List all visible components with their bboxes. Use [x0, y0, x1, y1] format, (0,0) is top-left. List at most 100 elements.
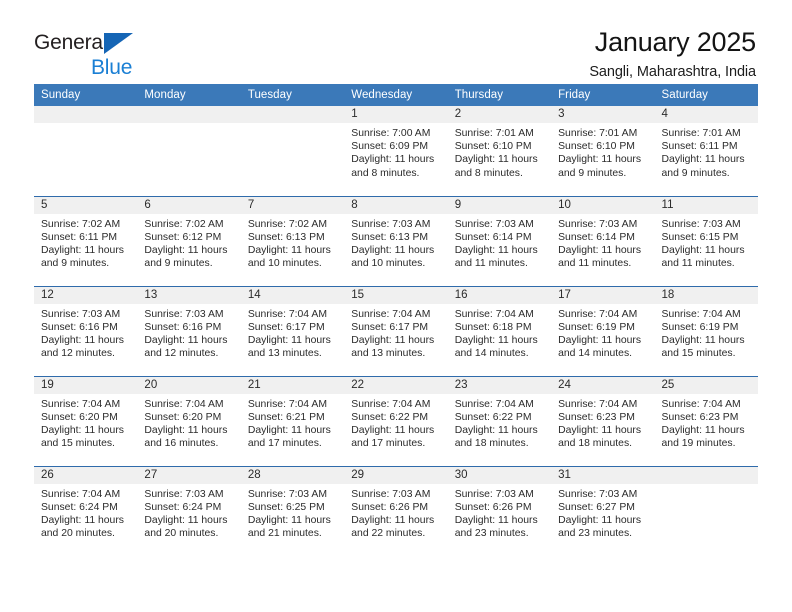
- day-cell-content: 29 Sunrise: 7:03 AM Sunset: 6:26 PM Dayligh…: [344, 466, 448, 557]
- day-cell-content: 31 Sunrise: 7:03 AM Sunset: 6:27 PM Dayligh…: [551, 466, 655, 557]
- daylight-text-line1: Daylight: 11 hours: [351, 514, 435, 526]
- day-details: Sunrise: 7:03 AM Sunset: 6:15 PM Daylight:…: [655, 214, 758, 271]
- day-cell-content: 26 Sunrise: 7:04 AM Sunset: 6:24 PM Dayligh…: [34, 466, 138, 557]
- calendar-cell-day-7[interactable]: 7 Sunrise: 7:02 AM Sunset: 6:13 PM Daylight…: [240, 195, 345, 286]
- sunrise-text: Sunrise: 7:04 AM: [661, 308, 741, 320]
- daylight-text-line2: and 12 minutes.: [144, 348, 219, 360]
- day-cell-content: 18 Sunrise: 7:04 AM Sunset: 6:19 PM Dayligh…: [654, 286, 758, 376]
- sunrise-text: Sunrise: 7:03 AM: [351, 218, 431, 230]
- calendar-cell-day-22[interactable]: 22 Sunrise: 7:04 AM Sunset: 6:22 PM Dayligh…: [344, 375, 448, 466]
- calendar-week-row: 5 Sunrise: 7:02 AM Sunset: 6:11 PM Daylight…: [34, 195, 758, 286]
- calendar-cell-day-23[interactable]: 23 Sunrise: 7:04 AM Sunset: 6:22 PM Dayligh…: [447, 375, 552, 466]
- day-number: 14: [240, 286, 345, 304]
- calendar-page: General Blue January 2025 Sangli, Mahara…: [0, 0, 792, 612]
- calendar-cell-day-27[interactable]: 27 Sunrise: 7:03 AM Sunset: 6:24 PM Dayligh…: [137, 465, 241, 556]
- calendar-cell-day-19[interactable]: 19 Sunrise: 7:04 AM Sunset: 6:20 PM Dayligh…: [34, 375, 138, 466]
- daylight-text-line2: and 17 minutes.: [351, 438, 426, 450]
- sunrise-text: Sunrise: 7:04 AM: [41, 488, 121, 500]
- calendar-week-row: 12 Sunrise: 7:03 AM Sunset: 6:16 PM Dayligh…: [34, 285, 758, 376]
- day-number: 17: [551, 286, 655, 304]
- daylight-text-line1: Daylight: 11 hours: [351, 154, 435, 166]
- calendar-cell-day-10[interactable]: 10 Sunrise: 7:03 AM Sunset: 6:14 PM Dayligh…: [551, 195, 655, 286]
- sunset-text: Sunset: 6:10 PM: [454, 141, 532, 153]
- calendar-cell-day-5[interactable]: 5 Sunrise: 7:02 AM Sunset: 6:11 PM Daylight…: [34, 195, 138, 286]
- calendar-cell-day-20[interactable]: 20 Sunrise: 7:04 AM Sunset: 6:20 PM Dayligh…: [137, 375, 241, 466]
- daylight-text-line1: Daylight: 11 hours: [558, 424, 642, 436]
- day-number: [654, 466, 758, 484]
- day-number: [34, 106, 138, 123]
- day-cell-content: 3 Sunrise: 7:01 AM Sunset: 6:10 PM Daylight…: [551, 106, 655, 196]
- day-details: Sunrise: 7:01 AM Sunset: 6:11 PM Daylight:…: [655, 123, 758, 180]
- calendar-cell-day-4[interactable]: 4 Sunrise: 7:01 AM Sunset: 6:11 PM Daylight…: [654, 106, 758, 196]
- calendar-cell-day-24[interactable]: 24 Sunrise: 7:04 AM Sunset: 6:23 PM Dayligh…: [551, 375, 655, 466]
- calendar-cell-day-9[interactable]: 9 Sunrise: 7:03 AM Sunset: 6:14 PM Daylight…: [447, 195, 552, 286]
- day-cell-content: 30 Sunrise: 7:03 AM Sunset: 6:26 PM Dayligh…: [447, 466, 552, 557]
- daylight-text-line1: Daylight: 11 hours: [661, 154, 745, 166]
- day-cell-content: 25 Sunrise: 7:04 AM Sunset: 6:23 PM Dayligh…: [654, 376, 758, 466]
- sunset-text: Sunset: 6:22 PM: [351, 411, 429, 423]
- calendar-cell-day-13[interactable]: 13 Sunrise: 7:03 AM Sunset: 6:16 PM Dayligh…: [137, 285, 241, 376]
- day-cell-content: 14 Sunrise: 7:04 AM Sunset: 6:17 PM Dayligh…: [240, 286, 345, 376]
- calendar-cell-day-6[interactable]: 6 Sunrise: 7:02 AM Sunset: 6:12 PM Daylight…: [137, 195, 241, 286]
- calendar-cell-day-11[interactable]: 11 Sunrise: 7:03 AM Sunset: 6:15 PM Dayligh…: [654, 195, 758, 286]
- daylight-text-line1: Daylight: 11 hours: [41, 244, 124, 256]
- day-number: 9: [447, 196, 552, 214]
- day-number: 10: [551, 196, 655, 214]
- day-number: [240, 106, 345, 123]
- calendar-cell-day-15[interactable]: 15 Sunrise: 7:04 AM Sunset: 6:17 PM Dayligh…: [344, 285, 448, 376]
- calendar-cell-day-26[interactable]: 26 Sunrise: 7:04 AM Sunset: 6:24 PM Dayligh…: [34, 465, 138, 557]
- calendar-cell-day-18[interactable]: 18 Sunrise: 7:04 AM Sunset: 6:19 PM Dayligh…: [654, 285, 758, 376]
- sunset-text: Sunset: 6:19 PM: [661, 321, 739, 333]
- daylight-text-line2: and 19 minutes.: [661, 438, 736, 450]
- sunrise-text: Sunrise: 7:04 AM: [661, 398, 741, 410]
- day-details: Sunrise: 7:01 AM Sunset: 6:10 PM Daylight:…: [448, 123, 551, 180]
- sunset-text: Sunset: 6:21 PM: [247, 411, 325, 423]
- calendar-cell-day-28[interactable]: 28 Sunrise: 7:03 AM Sunset: 6:25 PM Dayligh…: [240, 465, 345, 556]
- calendar-cell-day-1[interactable]: 1 Sunrise: 7:00 AM Sunset: 6:09 PM Daylight…: [344, 106, 448, 196]
- day-cell-content: 8 Sunrise: 7:03 AM Sunset: 6:13 PM Daylight…: [344, 196, 448, 286]
- calendar-cell-day-29[interactable]: 29 Sunrise: 7:03 AM Sunset: 6:26 PM Dayligh…: [344, 465, 448, 557]
- sunrise-text: Sunrise: 7:03 AM: [558, 488, 638, 500]
- calendar-cell-day-30[interactable]: 30 Sunrise: 7:03 AM Sunset: 6:26 PM Dayligh…: [447, 465, 552, 557]
- calendar-cell-day-3[interactable]: 3 Sunrise: 7:01 AM Sunset: 6:10 PM Daylight…: [551, 106, 655, 196]
- calendar-cell-day-8[interactable]: 8 Sunrise: 7:03 AM Sunset: 6:13 PM Daylight…: [344, 195, 448, 286]
- calendar-week-row: 26 Sunrise: 7:04 AM Sunset: 6:24 PM Dayligh…: [34, 465, 758, 557]
- day-number: 2: [447, 106, 552, 123]
- calendar-cell-empty: [654, 465, 758, 557]
- calendar-cell-day-17[interactable]: 17 Sunrise: 7:04 AM Sunset: 6:19 PM Dayligh…: [551, 285, 655, 376]
- calendar-cell-day-14[interactable]: 14 Sunrise: 7:04 AM Sunset: 6:17 PM Dayligh…: [240, 285, 345, 376]
- calendar-cell-day-31[interactable]: 31 Sunrise: 7:03 AM Sunset: 6:27 PM Dayligh…: [551, 465, 655, 557]
- general-blue-logo[interactable]: General Blue: [34, 28, 154, 78]
- day-details: Sunrise: 7:03 AM Sunset: 6:26 PM Daylight:…: [344, 484, 447, 541]
- weekday-header-thursday: Thursday: [447, 84, 552, 106]
- day-number: 21: [240, 376, 345, 394]
- calendar-cell-day-21[interactable]: 21 Sunrise: 7:04 AM Sunset: 6:21 PM Dayligh…: [240, 375, 345, 466]
- day-number: 22: [344, 376, 448, 394]
- calendar-body: 1 Sunrise: 7:00 AM Sunset: 6:09 PM Daylight…: [34, 106, 758, 556]
- calendar-header-row: Sunday Monday Tuesday Wednesday Thursday Frid…: [34, 84, 758, 106]
- calendar-cell-day-25[interactable]: 25 Sunrise: 7:04 AM Sunset: 6:23 PM Dayligh…: [654, 375, 758, 466]
- day-number: 4: [654, 106, 758, 123]
- sunset-text: Sunset: 6:13 PM: [351, 231, 429, 243]
- calendar-cell-day-2[interactable]: 2 Sunrise: 7:01 AM Sunset: 6:10 PM Daylight…: [447, 106, 552, 196]
- calendar-cell-day-12[interactable]: 12 Sunrise: 7:03 AM Sunset: 6:16 PM Dayligh…: [34, 285, 138, 376]
- sunrise-text: Sunrise: 7:04 AM: [351, 308, 431, 320]
- sunrise-text: Sunrise: 7:03 AM: [144, 488, 224, 500]
- day-number: 3: [551, 106, 655, 123]
- day-number: 30: [447, 466, 552, 484]
- calendar-week-row: 19 Sunrise: 7:04 AM Sunset: 6:20 PM Dayligh…: [34, 375, 758, 466]
- daylight-text-line1: Daylight: 11 hours: [454, 334, 538, 346]
- day-number: [137, 106, 241, 123]
- day-details: Sunrise: 7:04 AM Sunset: 6:23 PM Daylight:…: [655, 394, 758, 451]
- daylight-text-line1: Daylight: 11 hours: [144, 424, 228, 436]
- day-details: Sunrise: 7:03 AM Sunset: 6:24 PM Daylight:…: [137, 484, 240, 541]
- daylight-text-line2: and 21 minutes.: [247, 528, 322, 540]
- calendar-table: Sunday Monday Tuesday Wednesday Thursday Frid…: [34, 84, 758, 556]
- day-cell-content: [654, 466, 758, 557]
- daylight-text-line2: and 8 minutes.: [351, 167, 420, 179]
- sunrise-text: Sunrise: 7:03 AM: [144, 308, 224, 320]
- daylight-text-line2: and 20 minutes.: [144, 528, 219, 540]
- daylight-text-line2: and 10 minutes.: [247, 258, 322, 270]
- daylight-text-line1: Daylight: 11 hours: [247, 244, 331, 256]
- calendar-cell-day-16[interactable]: 16 Sunrise: 7:04 AM Sunset: 6:18 PM Dayligh…: [447, 285, 552, 376]
